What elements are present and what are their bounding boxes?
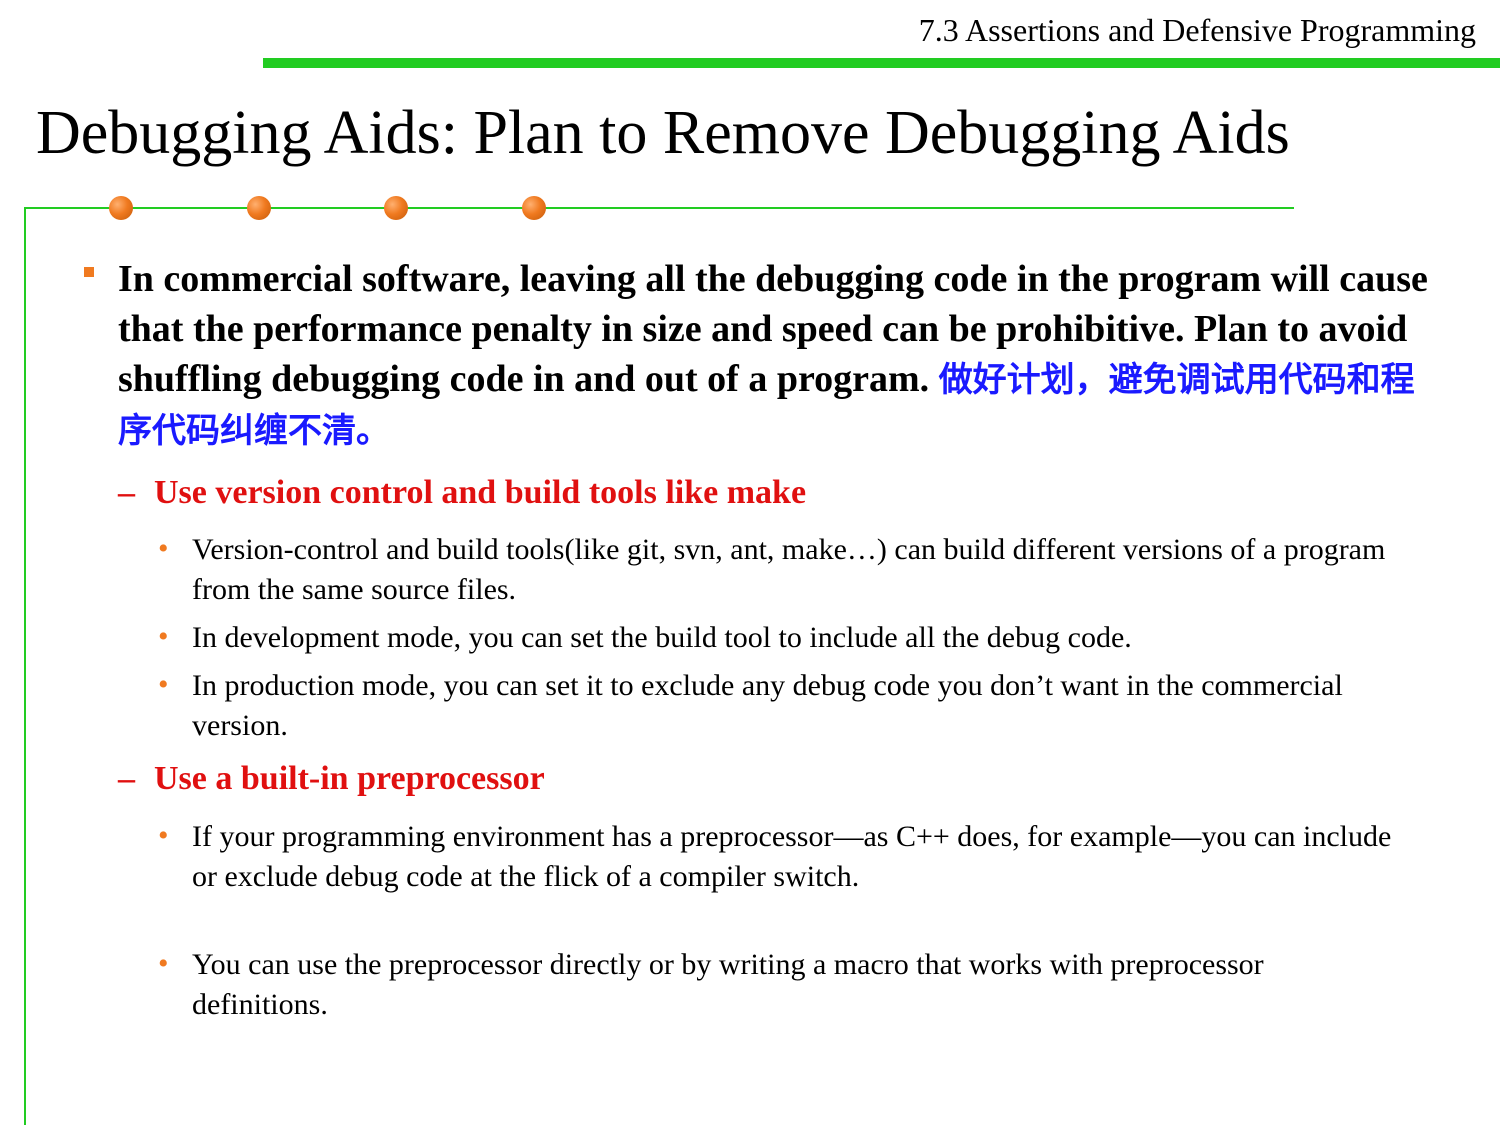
dash-bullet-icon: – <box>118 760 135 797</box>
sub-heading-preprocessor: Use a built-in preprocessor <box>154 760 545 797</box>
dot-bullet-icon: • <box>158 668 169 701</box>
decor-dot-3 <box>384 196 408 220</box>
header-accent-bar <box>263 58 1500 68</box>
square-bullet-icon <box>84 267 94 277</box>
dot-bullet-icon: • <box>158 532 169 565</box>
list-item: If your programming environment has a pr… <box>192 820 1392 893</box>
dot-bullet-icon: • <box>158 819 169 852</box>
decor-dot-1 <box>109 196 133 220</box>
frame-top-line <box>24 207 1294 209</box>
list-item: In production mode, you can set it to ex… <box>192 669 1343 742</box>
sub-heading-version-control: Use version control and build tools like… <box>154 474 807 511</box>
main-bullet: In commercial software, leaving all the … <box>118 254 1428 456</box>
frame-left-line <box>24 207 26 1125</box>
slide-title: Debugging Aids: Plan to Remove Debugging… <box>36 99 1290 167</box>
dot-bullet-icon: • <box>158 947 169 980</box>
list-item: Version-control and build tools(like git… <box>192 533 1386 606</box>
dot-bullet-icon: • <box>158 620 169 653</box>
list-item: In development mode, you can set the bui… <box>192 621 1132 654</box>
section-header: 7.3 Assertions and Defensive Programming <box>918 12 1476 48</box>
list-item: You can use the preprocessor directly or… <box>192 948 1264 1021</box>
dash-bullet-icon: – <box>118 474 135 511</box>
decor-dot-4 <box>522 196 546 220</box>
decor-dot-2 <box>247 196 271 220</box>
